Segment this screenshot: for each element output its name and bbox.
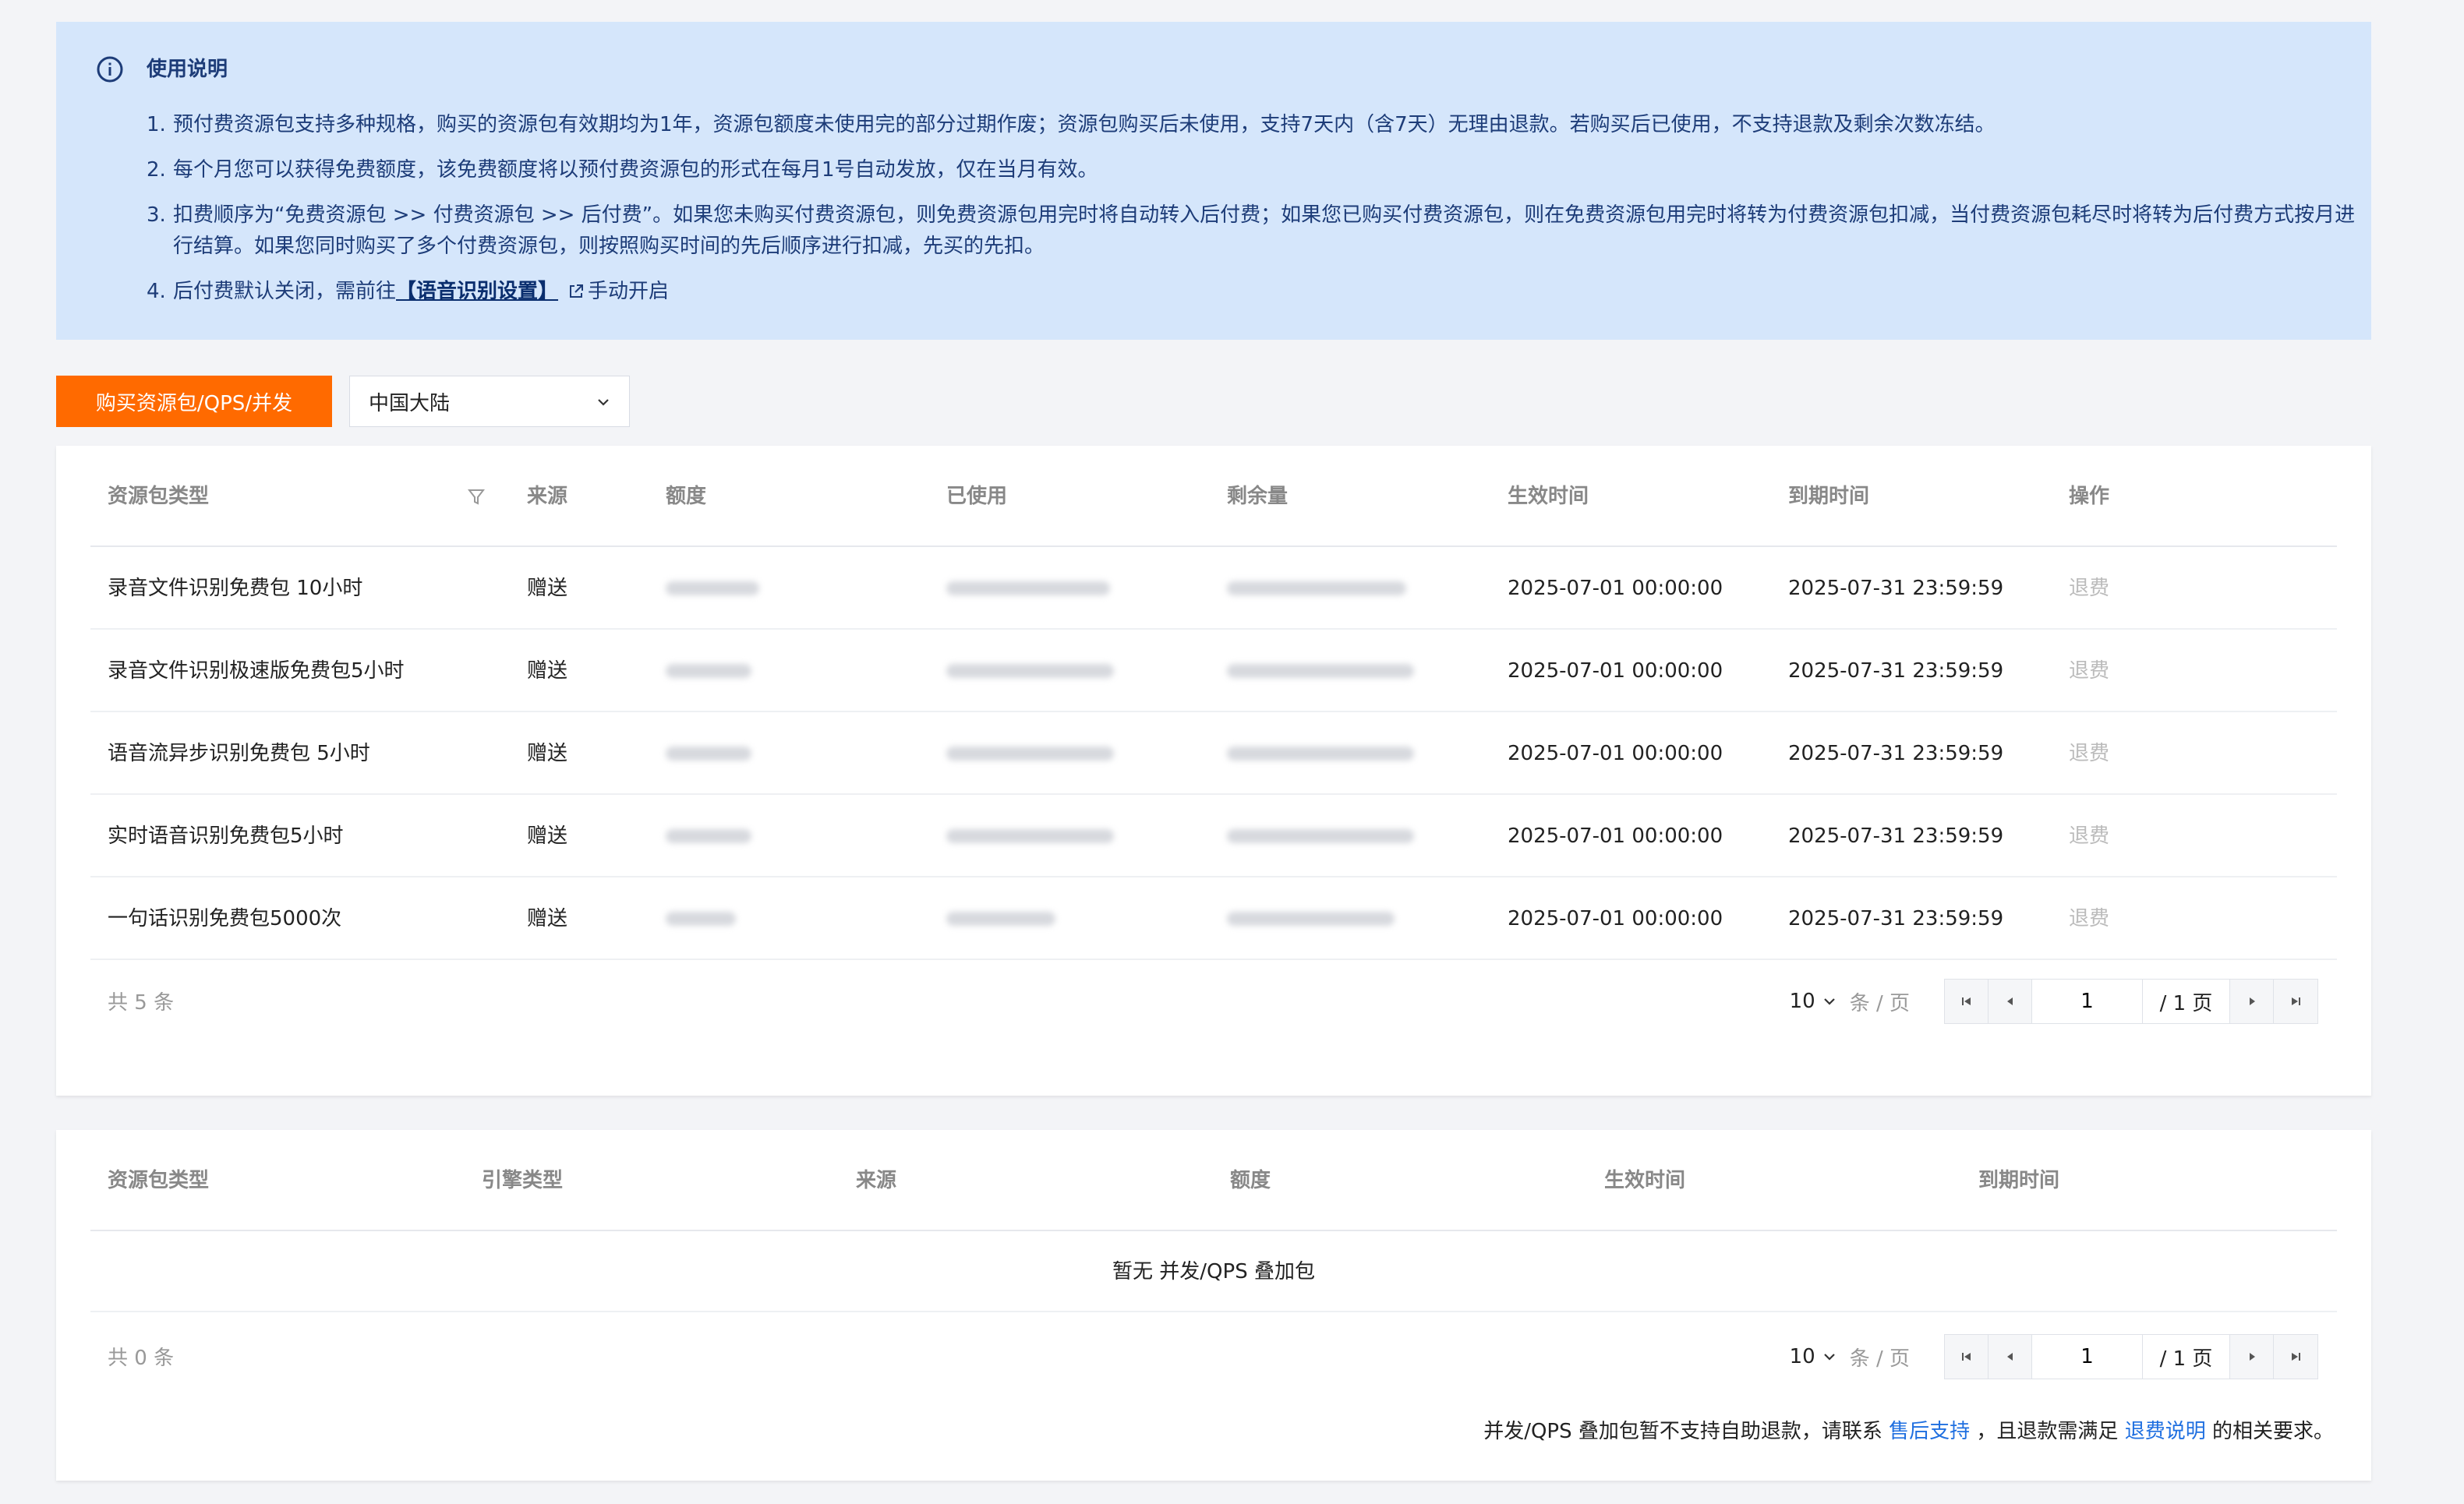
- table-total: 共 0 条: [108, 1347, 175, 1370]
- last-page-icon: [2292, 1353, 2300, 1361]
- col-start-time: 生效时间: [1604, 1169, 1686, 1192]
- col-start-time: 生效时间: [1508, 485, 1589, 508]
- refund-action[interactable]: 退费: [2069, 877, 2109, 960]
- blurred-value: [1227, 912, 1395, 926]
- first-page-button[interactable]: [1945, 1335, 1989, 1379]
- blurred-value: [666, 581, 759, 595]
- col-source: 来源: [856, 1169, 897, 1192]
- blurred-value: [946, 664, 1114, 678]
- last-page-button[interactable]: [2274, 980, 2317, 1023]
- col-end-time: 到期时间: [1978, 1169, 2060, 1192]
- total-pages: / 1 页: [2143, 1335, 2230, 1379]
- table-header: 资源包类型 来源 额度 已使用 剩余量 生效时间 到期时间 操作: [90, 446, 2337, 547]
- pagination: 10 条 / 页 / 1 页: [1790, 979, 2318, 1024]
- region-select[interactable]: 中国大陆: [349, 376, 630, 427]
- last-page-icon: [2292, 997, 2300, 1005]
- refund-action[interactable]: 退费: [2069, 712, 2109, 795]
- refund-action[interactable]: 退费: [2069, 795, 2109, 877]
- blurred-value: [666, 664, 751, 678]
- col-engine-type: 引擎类型: [482, 1169, 564, 1192]
- chevron-down-icon: [1823, 1354, 1835, 1361]
- usage-notice: 使用说明 1. 预付费资源包支持多种规格，购买的资源包有效期均为1年，资源包额度…: [56, 22, 2371, 340]
- notice-item: 1. 预付费资源包支持多种规格，购买的资源包有效期均为1年，资源包额度未使用完的…: [147, 113, 1996, 136]
- notice-item: 4. 后付费默认关闭，需前往【语音识别设置】 手动开启: [147, 280, 670, 303]
- prev-page-icon: [2006, 1353, 2013, 1361]
- notice-list: 1. 预付费资源包支持多种规格，购买的资源包有效期均为1年，资源包额度未使用完的…: [147, 109, 2360, 321]
- col-quota: 额度: [666, 485, 707, 508]
- next-page-button[interactable]: [2230, 1335, 2274, 1379]
- next-page-icon: [2249, 1353, 2255, 1361]
- next-page-icon: [2249, 997, 2255, 1005]
- col-package-type: 资源包类型: [108, 1169, 210, 1192]
- page-size-select[interactable]: 10: [1790, 990, 1837, 1013]
- next-page-button[interactable]: [2230, 980, 2274, 1023]
- buy-package-button[interactable]: 购买资源包/QPS/并发: [56, 376, 332, 427]
- chevron-down-icon: [1823, 998, 1835, 1005]
- blurred-value: [666, 829, 751, 843]
- external-link-icon[interactable]: [567, 283, 585, 300]
- page-controls: / 1 页: [1944, 1334, 2318, 1379]
- blurred-value: [666, 912, 736, 926]
- resource-package-card: 资源包类型 来源 额度 已使用 剩余量 生效时间 到期时间 操作 录音文件识别免…: [56, 446, 2371, 1096]
- first-page-button[interactable]: [1945, 980, 1989, 1023]
- table-total: 共 5 条: [108, 991, 175, 1015]
- blurred-value: [1227, 747, 1414, 761]
- page-size-select[interactable]: 10: [1790, 1345, 1837, 1368]
- notice-title: 使用说明: [147, 58, 228, 81]
- last-page-button[interactable]: [2274, 1335, 2317, 1379]
- empty-state: 暂无 并发/QPS 叠加包: [90, 1231, 2337, 1312]
- col-quota: 额度: [1230, 1169, 1271, 1192]
- region-select-value: 中国大陆: [369, 391, 451, 415]
- table-row: 语音流异步识别免费包 5小时 赠送 2025-07-01 00:00:00 20…: [90, 712, 2337, 795]
- blurred-value: [946, 747, 1114, 761]
- col-used: 已使用: [946, 485, 1008, 508]
- blurred-value: [1227, 581, 1406, 595]
- blurred-value: [946, 912, 1055, 926]
- first-page-icon: [1961, 997, 1971, 1005]
- chevron-down-icon: [598, 399, 609, 406]
- refund-note: 并发/QPS 叠加包暂不支持自助退款，请联系 售后支持 ，且退款需满足 退费说明…: [1483, 1420, 2334, 1443]
- table-row: 录音文件识别免费包 10小时 赠送 2025-07-01 00:00:00 20…: [90, 547, 2337, 630]
- blurred-value: [946, 581, 1110, 595]
- blurred-value: [1227, 829, 1414, 843]
- col-package-type: 资源包类型: [108, 485, 210, 508]
- refund-action[interactable]: 退费: [2069, 630, 2109, 712]
- notice-item: 3. 扣费顺序为“免费资源包 >> 付费资源包 >> 后付费”。如果您未购买付费…: [147, 203, 2356, 258]
- page-controls: / 1 页: [1944, 979, 2318, 1024]
- table-header: 资源包类型 引擎类型 来源 额度 生效时间 到期时间: [90, 1130, 2337, 1231]
- col-remaining: 剩余量: [1227, 485, 1289, 508]
- table-row: 一句话识别免费包5000次 赠送 2025-07-01 00:00:00 202…: [90, 877, 2337, 960]
- col-end-time: 到期时间: [1788, 485, 1870, 508]
- qps-package-card: 资源包类型 引擎类型 来源 额度 生效时间 到期时间 暂无 并发/QPS 叠加包…: [56, 1130, 2371, 1481]
- after-sales-support-link[interactable]: 售后支持: [1889, 1420, 1970, 1443]
- prev-page-button[interactable]: [1989, 1335, 2032, 1379]
- table-row: 实时语音识别免费包5小时 赠送 2025-07-01 00:00:00 2025…: [90, 795, 2337, 877]
- info-icon: [97, 56, 123, 83]
- prev-page-button[interactable]: [1989, 980, 2032, 1023]
- asr-settings-link[interactable]: 【语音识别设置】: [396, 280, 558, 303]
- refund-action[interactable]: 退费: [2069, 547, 2109, 630]
- col-action: 操作: [2069, 485, 2110, 508]
- prev-page-icon: [2006, 997, 2013, 1005]
- first-page-icon: [1961, 1353, 1971, 1361]
- filter-icon[interactable]: [468, 488, 485, 507]
- page-number-input[interactable]: [2032, 1335, 2143, 1379]
- pagination: 10 条 / 页 / 1 页: [1790, 1334, 2318, 1379]
- blurred-value: [946, 829, 1114, 843]
- total-pages: / 1 页: [2143, 980, 2230, 1023]
- blurred-value: [1227, 664, 1414, 678]
- page-number-input[interactable]: [2032, 980, 2143, 1023]
- notice-item: 2. 每个月您可以获得免费额度，该免费额度将以预付费资源包的形式在每月1号自动发…: [147, 158, 1098, 182]
- blurred-value: [666, 747, 751, 761]
- table-row: 录音文件识别极速版免费包5小时 赠送 2025-07-01 00:00:00 2…: [90, 630, 2337, 712]
- refund-policy-link[interactable]: 退费说明: [2125, 1420, 2206, 1443]
- col-source: 来源: [527, 485, 568, 508]
